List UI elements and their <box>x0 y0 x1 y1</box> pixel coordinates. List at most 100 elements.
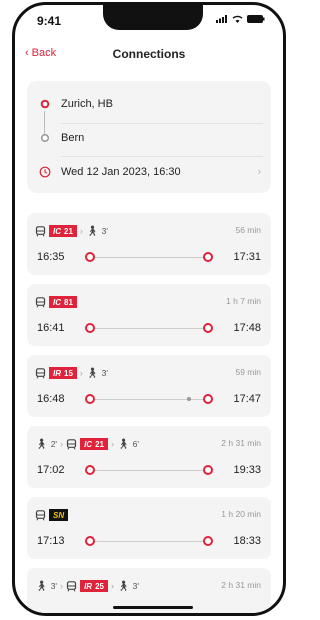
train-icon <box>35 296 46 308</box>
line-number: 15 <box>64 368 73 378</box>
line-number: 81 <box>64 297 73 307</box>
trip-duration: 2 h 31 min <box>221 438 261 448</box>
connection-segments: IR 15 › 🚶︎ 3' <box>35 365 261 381</box>
trip-duration: 56 min <box>235 225 261 235</box>
line-badge: SN <box>49 509 69 521</box>
segment-separator-icon: › <box>60 439 64 449</box>
departure-dot-icon <box>85 323 95 333</box>
connection-card[interactable]: 🚶︎ 2' › IC 21 › 🚶︎ 6' 2 h 31 min 17:02 19:33 <box>27 426 271 488</box>
arrival-time: 17:48 <box>233 322 261 334</box>
line-badge: IC 21 <box>49 225 77 237</box>
departure-time: 17:13 <box>37 535 65 547</box>
line-prefix: IR <box>84 581 93 591</box>
transfer-dot-icon <box>187 397 191 401</box>
to-station: Bern <box>61 132 85 144</box>
departure-time: 17:02 <box>37 464 65 476</box>
train-icon <box>35 509 46 521</box>
home-indicator <box>113 606 193 609</box>
departure-time: 16:41 <box>37 322 65 334</box>
line-number: 21 <box>64 226 73 236</box>
line-prefix: IC <box>84 439 93 449</box>
walk-icon: 🚶︎ <box>35 580 48 592</box>
signal-icon <box>216 15 227 23</box>
from-field[interactable]: Zurich, HB <box>27 89 271 119</box>
line-prefix: IC <box>53 297 61 307</box>
trip-duration: 59 min <box>235 367 261 377</box>
walk-minutes: 2' <box>50 439 58 449</box>
line-badge: IC 81 <box>49 296 77 308</box>
arrival-dot-icon <box>203 323 213 333</box>
trip-timeline <box>93 257 205 258</box>
walk-icon: 🚶︎ <box>85 367 99 379</box>
arrival-dot-icon <box>203 465 213 475</box>
walk-icon: 🚶︎ <box>116 438 130 450</box>
status-time: 9:41 <box>37 14 62 28</box>
segment-separator-icon: › <box>79 226 83 236</box>
arrival-time: 18:33 <box>233 535 261 547</box>
walk-icon: 🚶︎ <box>116 580 130 592</box>
arrival-dot-icon <box>203 536 213 546</box>
segment-separator-icon: › <box>110 439 114 449</box>
walk-minutes: 3' <box>101 368 108 378</box>
train-icon <box>66 438 77 450</box>
connection-card[interactable]: IR 15 › 🚶︎ 3' 59 min 16:48 17:47 <box>27 355 271 417</box>
train-icon <box>66 580 77 592</box>
connection-card[interactable]: IC 81 1 h 7 min 16:41 17:48 <box>27 284 271 346</box>
trip-duration: 1 h 7 min <box>226 296 261 306</box>
trip-timeline <box>93 470 205 471</box>
connection-card[interactable]: SN 1 h 20 min 17:13 18:33 <box>27 497 271 559</box>
to-field[interactable]: Bern <box>27 123 271 153</box>
line-prefix: SN <box>53 510 65 520</box>
departure-dot-icon <box>85 465 95 475</box>
trip-timeline <box>93 541 205 542</box>
departure-dot-icon <box>85 252 95 262</box>
walk-icon: 🚶︎ <box>35 438 48 450</box>
trip-duration: 1 h 20 min <box>221 509 261 519</box>
line-prefix: IC <box>53 226 61 236</box>
trip-duration: 2 h 31 min <box>221 580 261 590</box>
phone-frame: 9:41 ‹ Back Connections Zurich, HB Bern … <box>12 2 286 616</box>
wifi-icon <box>232 15 243 23</box>
arrival-time: 17:47 <box>233 393 261 405</box>
connection-card[interactable]: IC 21 › 🚶︎ 3' 56 min 16:35 17:31 <box>27 213 271 275</box>
battery-icon <box>247 15 265 23</box>
page-title: Connections <box>112 47 186 61</box>
chevron-right-icon: › <box>257 166 261 178</box>
walk-icon: 🚶︎ <box>85 225 99 237</box>
arrival-dot-icon <box>203 252 213 262</box>
walk-minutes: 3' <box>101 226 108 236</box>
departure-dot-icon <box>85 536 95 546</box>
segment-separator-icon: › <box>60 581 64 591</box>
departure-datetime: Wed 12 Jan 2023, 16:30 <box>61 166 181 178</box>
walk-minutes: 3' <box>50 581 58 591</box>
clock-icon <box>39 166 51 178</box>
walk-minutes: 3' <box>132 581 140 591</box>
walk-minutes: 6' <box>132 439 140 449</box>
destination-dot-icon <box>39 132 51 144</box>
train-icon <box>35 367 46 379</box>
arrival-dot-icon <box>203 394 213 404</box>
segment-separator-icon: › <box>79 368 83 378</box>
line-prefix: IR <box>53 368 61 378</box>
line-badge: IC 21 <box>80 438 108 450</box>
departure-time: 16:35 <box>37 251 65 263</box>
trip-timeline <box>93 328 205 329</box>
datetime-field[interactable]: Wed 12 Jan 2023, 16:30 › <box>27 157 271 187</box>
line-number: 25 <box>95 581 104 591</box>
nav-bar: ‹ Back Connections <box>15 43 283 67</box>
train-icon <box>35 225 46 237</box>
from-station: Zurich, HB <box>61 98 113 110</box>
arrival-time: 19:33 <box>233 464 261 476</box>
notch <box>103 5 203 30</box>
route-panel: Zurich, HB Bern Wed 12 Jan 2023, 16:30 › <box>27 81 271 193</box>
departure-time: 16:48 <box>37 393 65 405</box>
departure-dot-icon <box>85 394 95 404</box>
status-icons <box>216 15 265 23</box>
segment-separator-icon: › <box>110 581 114 591</box>
line-badge: IR 15 <box>49 367 77 379</box>
origin-dot-icon <box>39 98 51 110</box>
connection-segments: IC 21 › 🚶︎ 3' <box>35 223 261 239</box>
line-number: 21 <box>95 439 104 449</box>
line-badge: IR 25 <box>80 580 108 592</box>
arrival-time: 17:31 <box>233 251 261 263</box>
